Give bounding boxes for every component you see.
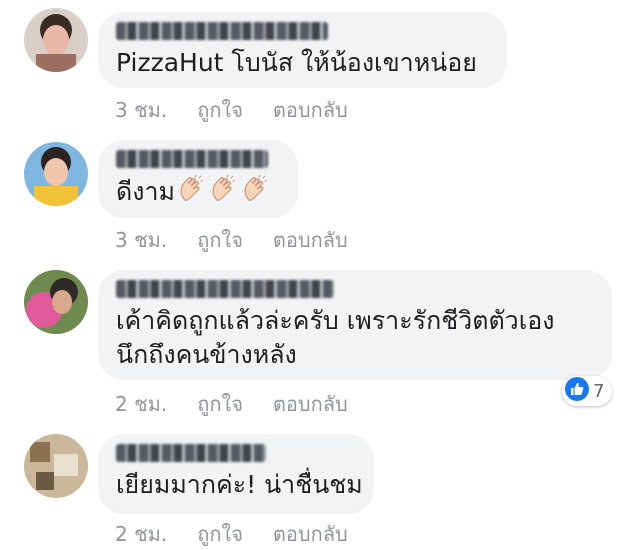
comment-bubble: PizzaHut โบนัส ให้น้องเขาหน่อย <box>98 12 507 88</box>
comment-actions: 3 ชม. ถูกใจ ตอบกลับ <box>115 94 348 126</box>
avatar[interactable] <box>24 270 88 334</box>
reply-link[interactable]: ตอบกลับ <box>273 388 348 420</box>
avatar[interactable] <box>24 142 88 206</box>
reply-link[interactable]: ตอบกลับ <box>273 94 348 126</box>
reply-link[interactable]: ตอบกลับ <box>273 518 348 550</box>
clapping-hands-icon <box>209 174 239 213</box>
comment-text: เยียมมากค่ะ! น่าชื่นชม <box>116 470 363 499</box>
comment-bubble: เยียมมากค่ะ! น่าชื่นชม <box>98 434 374 514</box>
clapping-hands-icon <box>241 174 271 213</box>
comment-text: PizzaHut โบนัส ให้น้องเขาหน่อย <box>116 48 477 77</box>
reaction-badge[interactable]: 7 <box>562 376 613 406</box>
comment-time[interactable]: 3 ชม. <box>115 224 167 256</box>
reaction-count: 7 <box>593 380 605 402</box>
comment-text-line: เค้าคิดถูกแล้วล่ะครับ เพราะรักชีวิตตัวเอ… <box>116 306 555 335</box>
thumbs-up-icon <box>565 376 589 406</box>
comment-text: ดีงาม <box>116 174 276 213</box>
reply-link[interactable]: ตอบกลับ <box>273 224 348 256</box>
comment-time[interactable]: 2 ชม. <box>115 388 167 420</box>
comment-time[interactable]: 2 ชม. <box>115 518 167 550</box>
author-name-blurred[interactable] <box>116 444 266 462</box>
comment-bubble: ดีงาม <box>98 140 298 218</box>
author-name-blurred[interactable] <box>116 280 334 298</box>
avatar[interactable] <box>24 434 88 498</box>
comment-actions: 2 ชม. ถูกใจ ตอบกลับ <box>115 518 348 550</box>
author-name-blurred[interactable] <box>116 22 328 40</box>
comment-actions: 3 ชม. ถูกใจ ตอบกลับ <box>115 224 348 256</box>
like-link[interactable]: ถูกใจ <box>197 518 243 550</box>
comment-bubble: เค้าคิดถูกแล้วล่ะครับ เพราะรักชีวิตตัวเอ… <box>98 270 612 380</box>
comment-actions: 2 ชม. ถูกใจ ตอบกลับ <box>115 388 348 420</box>
comment-text-line: นึกถึงคนข้างหลัง <box>116 340 297 369</box>
clapping-hands-icon <box>177 174 207 213</box>
like-link[interactable]: ถูกใจ <box>197 388 243 420</box>
comment-text-content: ดีงาม <box>116 177 175 206</box>
author-name-blurred[interactable] <box>116 150 268 168</box>
comment-time[interactable]: 3 ชม. <box>115 94 167 126</box>
like-link[interactable]: ถูกใจ <box>197 224 243 256</box>
avatar[interactable] <box>24 8 88 72</box>
like-link[interactable]: ถูกใจ <box>197 94 243 126</box>
